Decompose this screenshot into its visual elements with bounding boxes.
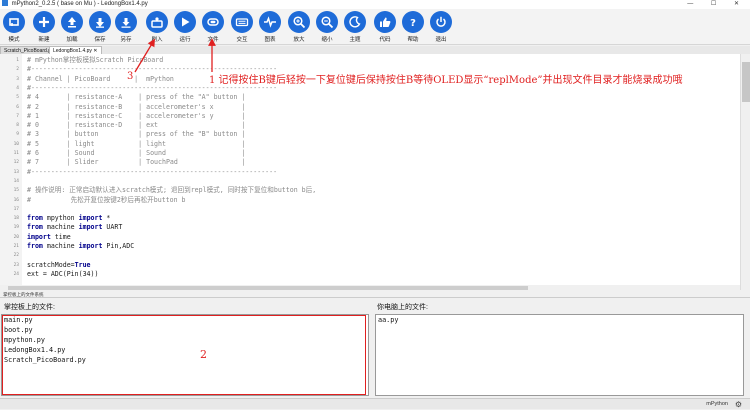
mode-indicator[interactable]: mPython [706,399,728,410]
status-bar: mPython ⚙ [0,398,750,409]
gear-icon[interactable]: ⚙ [735,399,742,410]
annotation-arrows [134,38,216,73]
arrow-to-flash [134,38,156,73]
